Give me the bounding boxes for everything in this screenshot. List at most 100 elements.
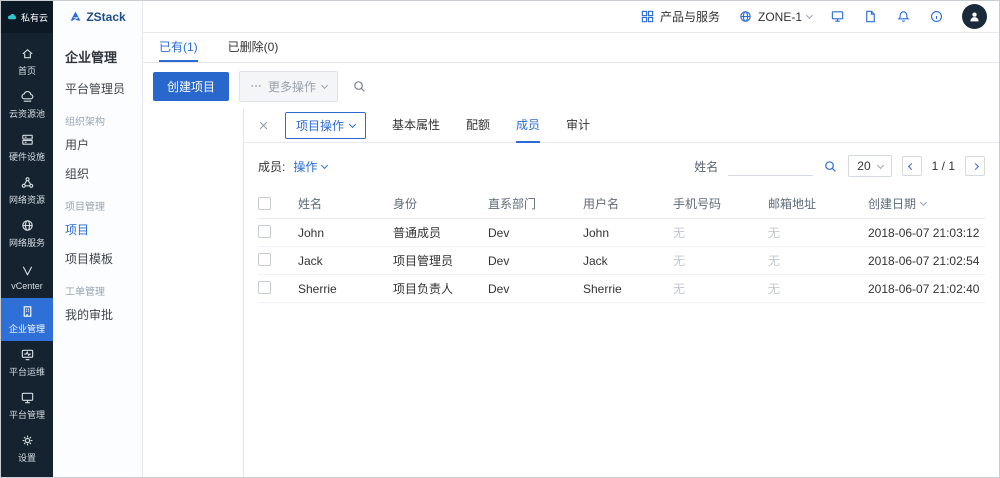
platform-icon [20, 390, 35, 405]
cell-role: 项目负责人 [393, 280, 488, 297]
column-header-created[interactable]: 创建日期 [868, 195, 985, 212]
close-button[interactable] [258, 120, 269, 131]
row-checkbox[interactable] [258, 253, 271, 266]
rail-item-label: vCenter [11, 281, 43, 291]
members-action-label: 操作 [293, 158, 317, 175]
submenu-item-users[interactable]: 用户 [53, 130, 142, 159]
cell-phone: 无 [673, 224, 768, 241]
cell-name: Jack [298, 254, 393, 268]
members-table: 姓名 身份 直系部门 用户名 手机号码 邮箱地址 创建日期 John [244, 189, 999, 303]
cloud-logo-icon [6, 11, 18, 23]
rail-item-label: 平台管理 [9, 408, 45, 421]
rail-item-platform[interactable]: 平台管理 [1, 384, 53, 427]
tab-existing[interactable]: 已有(1) [159, 33, 198, 62]
zstack-logo-text: ZStack [86, 10, 125, 24]
rail-item-network-service[interactable]: 网络服务 [1, 212, 53, 255]
cell-department: Dev [488, 282, 583, 296]
rail-item-enterprise[interactable]: 企业管理 [1, 298, 53, 341]
close-icon [258, 120, 269, 131]
document-button[interactable] [863, 9, 878, 24]
search-icon [823, 159, 838, 174]
members-toolbar-right: 姓名 20 1 / 1 [694, 155, 985, 177]
info-button[interactable] [929, 9, 944, 24]
create-project-button[interactable]: 创建项目 [153, 72, 229, 101]
globe-icon [738, 9, 753, 24]
row-checkbox[interactable] [258, 281, 271, 294]
rail-item-network-resource[interactable]: 网络资源 [1, 169, 53, 212]
chevron-down-icon [349, 121, 356, 128]
rail-item-vcenter[interactable]: vCenter [1, 255, 53, 298]
console-button[interactable] [830, 9, 845, 24]
member-search-button[interactable] [823, 159, 838, 174]
next-page-button[interactable] [965, 156, 985, 176]
table-row: Jack 项目管理员 Dev Jack 无 无 2018-06-07 21:02… [258, 247, 985, 275]
row-checkbox[interactable] [258, 225, 271, 238]
list-search-button[interactable] [352, 79, 367, 94]
rail-brand-label: 私有云 [21, 11, 48, 24]
cell-phone: 无 [673, 252, 768, 269]
detail-tabs: 基本属性 配额 成员 审计 [392, 109, 590, 143]
rail-item-cloud-pool[interactable]: 云资源池 [1, 83, 53, 126]
submenu-section-project: 项目管理 [53, 188, 142, 215]
tab-deleted[interactable]: 已删除(0) [228, 33, 279, 62]
notification-button[interactable] [896, 9, 911, 24]
vcenter-icon [20, 263, 35, 278]
submenu-section-ticket: 工单管理 [53, 273, 142, 300]
user-icon [967, 9, 982, 24]
column-header-username: 用户名 [583, 195, 673, 212]
submenu-item-my-approval[interactable]: 我的审批 [53, 300, 142, 329]
chevron-down-icon [877, 161, 884, 168]
column-header-role: 身份 [393, 195, 488, 212]
row-checkbox-cell [258, 253, 298, 269]
tab-audit[interactable]: 审计 [566, 109, 590, 143]
select-all-checkbox[interactable] [258, 197, 271, 210]
column-header-name: 姓名 [298, 195, 393, 212]
zone-selector[interactable]: ZONE-1 [738, 9, 812, 24]
submenu-title: 企业管理 [53, 33, 142, 74]
chevron-right-icon [971, 162, 978, 169]
products-menu[interactable]: 产品与服务 [640, 8, 720, 25]
prev-page-button[interactable] [902, 156, 922, 176]
rail-item-hardware[interactable]: 硬件设施 [1, 126, 53, 169]
cell-username: Jack [583, 254, 673, 268]
tab-quota[interactable]: 配额 [466, 109, 490, 143]
user-avatar[interactable] [962, 4, 987, 29]
chevron-down-icon [806, 12, 813, 19]
submenu-item-org[interactable]: 组织 [53, 159, 142, 188]
search-icon [352, 79, 367, 94]
name-search-label: 姓名 [694, 158, 718, 175]
document-icon [863, 9, 878, 24]
page-size-select[interactable]: 20 [848, 155, 891, 177]
cell-phone: 无 [673, 280, 768, 297]
rail-item-label: 云资源池 [9, 107, 45, 120]
enterprise-icon [20, 304, 35, 319]
cell-email: 无 [768, 280, 868, 297]
submenu-item-platform-admin[interactable]: 平台管理员 [53, 74, 142, 103]
table-row: Sherrie 项目负责人 Dev Sherrie 无 无 2018-06-07… [258, 275, 985, 303]
cell-username: John [583, 226, 673, 240]
rail-item-label: 硬件设施 [9, 150, 45, 163]
table-header-row: 姓名 身份 直系部门 用户名 手机号码 邮箱地址 创建日期 [258, 189, 985, 219]
project-actions-button[interactable]: 项目操作 [285, 112, 366, 139]
rail-item-ops[interactable]: 平台运维 [1, 341, 53, 384]
tab-members[interactable]: 成员 [516, 109, 540, 143]
zstack-logo: ZStack [53, 1, 142, 33]
sort-chevron-icon [920, 199, 927, 206]
submenu-item-project[interactable]: 项目 [53, 215, 142, 244]
zone-label: ZONE-1 [758, 10, 802, 24]
cell-created: 2018-06-07 21:02:40 [868, 282, 985, 296]
settings-icon [20, 433, 35, 448]
more-actions-button[interactable]: 更多操作 [239, 71, 338, 102]
console-icon [830, 9, 845, 24]
rail-item-settings[interactable]: 设置 [1, 427, 53, 470]
rail-item-label: 首页 [18, 64, 36, 77]
cell-created: 2018-06-07 21:03:12 [868, 226, 985, 240]
rail-item-home[interactable]: 首页 [1, 40, 53, 83]
project-actions-label: 项目操作 [296, 117, 344, 134]
members-action-dropdown[interactable]: 操作 [293, 158, 327, 175]
tab-basic-properties[interactable]: 基本属性 [392, 109, 440, 143]
cell-role: 普通成员 [393, 224, 488, 241]
name-search-input[interactable] [728, 156, 813, 176]
submenu-item-project-template[interactable]: 项目模板 [53, 244, 142, 273]
members-label: 成员: [258, 158, 285, 175]
